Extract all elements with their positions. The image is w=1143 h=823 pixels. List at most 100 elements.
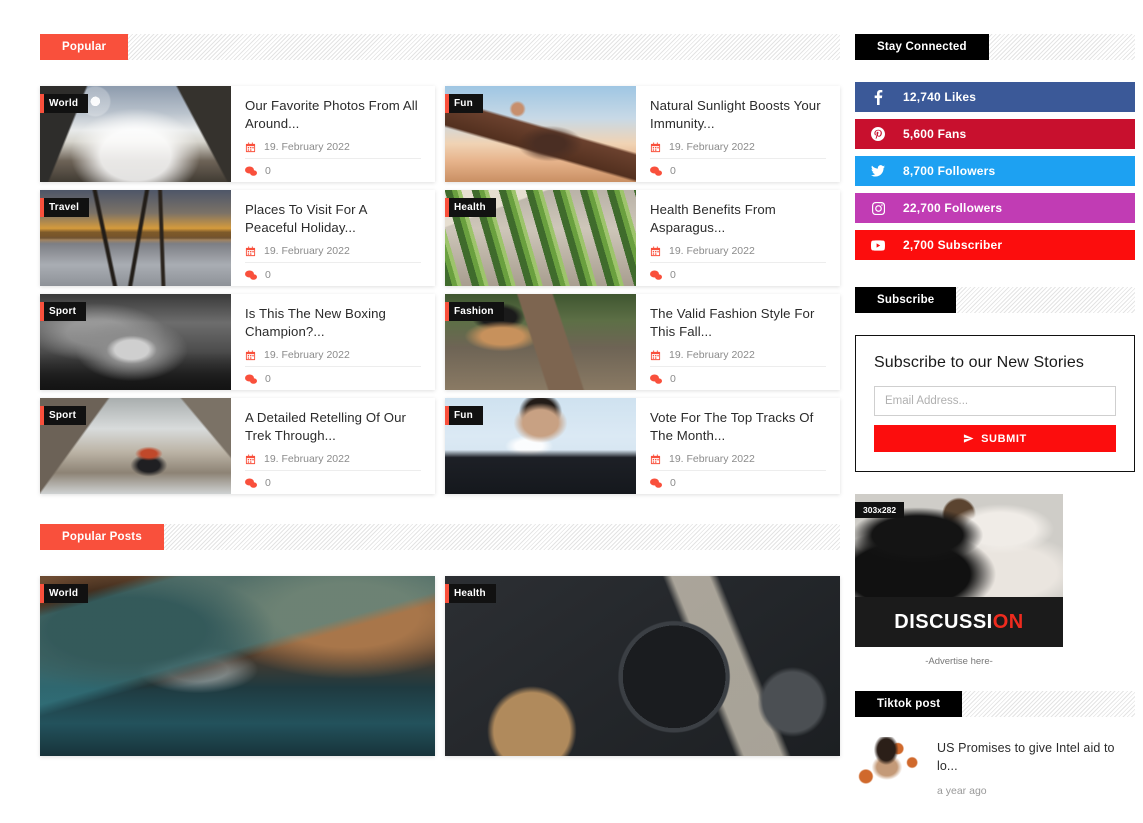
article-card[interactable]: Sport A Detailed Retelling Of Our Trek Th… [40, 398, 435, 494]
category-badge[interactable]: Travel [40, 198, 90, 217]
popular-post-card[interactable]: World [40, 576, 435, 756]
article-body: Natural Sunlight Boosts Your Immunity...… [636, 86, 840, 182]
article-title[interactable]: Health Benefits From Asparagus... [650, 201, 826, 237]
article-title[interactable]: Vote For The Top Tracks Of The Month... [650, 409, 826, 445]
article-card[interactable]: Fun Vote For The Top Tracks Of The Month.… [445, 398, 840, 494]
social-item-facebook[interactable]: 12,740 Likes [855, 82, 1135, 112]
ad-wordmark: DISCUSSI ON [855, 597, 1063, 647]
article-body: A Detailed Retelling Of Our Trek Through… [231, 398, 435, 494]
article-title[interactable]: Our Favorite Photos From All Around... [245, 97, 421, 133]
category-badge[interactable]: Sport [40, 406, 87, 425]
article-title[interactable]: The Valid Fashion Style For This Fall... [650, 305, 826, 341]
tab-subscribe: Subscribe [855, 287, 957, 313]
popular-post-card[interactable]: Health [445, 576, 840, 756]
social-item-instagram[interactable]: 22,700 Followers [855, 193, 1135, 223]
category-badge[interactable]: Health [445, 584, 496, 603]
article-comments-row: 0 [245, 366, 421, 390]
social-item-youtube[interactable]: 2,700 Subscriber [855, 230, 1135, 260]
category-badge[interactable]: World [40, 94, 89, 113]
category-badge[interactable]: Fashion [445, 302, 504, 321]
social-widget-list: 12,740 Likes 5,600 Fans 8,700 Followers 22,… [855, 82, 1135, 260]
article-card[interactable]: Travel Places To Visit For A Peaceful Hol… [40, 190, 435, 286]
ad-image: 303x282 [855, 494, 1063, 597]
article-body: Vote For The Top Tracks Of The Month... 1… [636, 398, 840, 494]
comment-icon [650, 478, 662, 489]
advertisement-widget[interactable]: 303x282 DISCUSSI ON -Advertise here- [855, 494, 1135, 667]
tab-stay-connected: Stay Connected [855, 34, 989, 60]
category-badge[interactable]: Health [445, 198, 496, 217]
calendar-icon [245, 349, 256, 361]
article-comment-count: 0 [265, 165, 271, 177]
comment-icon [650, 270, 662, 281]
article-title[interactable]: Places To Visit For A Peaceful Holiday..… [245, 201, 421, 237]
tiktok-post-item[interactable]: US Promises to give Intel aid to lo... a… [855, 737, 1135, 797]
main-layout: Popular World Our Favorite Photos From Al… [0, 0, 1143, 797]
article-date-row: 19. February 2022 [650, 343, 826, 366]
category-badge[interactable]: Fun [445, 94, 483, 113]
article-date-row: 19. February 2022 [245, 343, 421, 366]
article-date: 19. February 2022 [264, 349, 350, 361]
calendar-icon [245, 453, 256, 465]
article-date: 19. February 2022 [669, 349, 755, 361]
article-date: 19. February 2022 [669, 453, 755, 465]
tiktok-post-thumbnail [855, 737, 923, 795]
article-card[interactable]: Fun Natural Sunlight Boosts Your Immunity… [445, 86, 840, 182]
tiktok-post-time: a year ago [937, 785, 987, 798]
article-thumbnail[interactable]: Sport [40, 294, 231, 390]
article-body: The Valid Fashion Style For This Fall...… [636, 294, 840, 390]
article-card[interactable]: Health Health Benefits From Asparagus... 1… [445, 190, 840, 286]
page-root: Popular World Our Favorite Photos From Al… [0, 0, 1143, 823]
tiktok-post-title[interactable]: US Promises to give Intel aid to lo... [937, 739, 1135, 775]
article-thumbnail[interactable]: Travel [40, 190, 231, 286]
tab-tiktok-post: Tiktok post [855, 691, 963, 717]
comment-icon [245, 374, 257, 385]
article-comments-row: 0 [650, 262, 826, 286]
article-date-row: 19. February 2022 [245, 135, 421, 158]
subscribe-heading: Subscribe to our New Stories [874, 354, 1085, 371]
calendar-icon [650, 349, 661, 361]
article-thumbnail[interactable]: Health [445, 190, 636, 286]
comment-icon [245, 166, 257, 177]
article-date-row: 19. February 2022 [650, 135, 826, 158]
article-card[interactable]: Fashion The Valid Fashion Style For This … [445, 294, 840, 390]
category-badge[interactable]: Fun [445, 406, 483, 425]
submit-button[interactable]: SUBMIT [874, 425, 1116, 452]
social-item-twitter[interactable]: 8,700 Followers [855, 156, 1135, 186]
article-comment-count: 0 [265, 269, 271, 281]
article-date-row: 19. February 2022 [650, 239, 826, 262]
calendar-icon [650, 245, 661, 257]
article-thumbnail[interactable]: Fun [445, 398, 636, 494]
pinterest-icon [871, 127, 885, 141]
youtube-icon [871, 239, 885, 251]
section-header-tiktok: Tiktok post [855, 691, 1135, 717]
article-date-row: 19. February 2022 [245, 239, 421, 262]
article-thumbnail[interactable]: World [40, 86, 231, 182]
article-comment-count: 0 [670, 477, 676, 489]
article-thumbnail[interactable]: Fun [445, 86, 636, 182]
tab-popular-posts[interactable]: Popular Posts [40, 524, 164, 550]
category-badge[interactable]: World [40, 584, 89, 603]
sidebar-column: Stay Connected 12,740 Likes 5,600 Fans 8,7… [855, 0, 1143, 797]
article-title[interactable]: A Detailed Retelling Of Our Trek Through… [245, 409, 421, 445]
category-badge[interactable]: Sport [40, 302, 87, 321]
article-date: 19. February 2022 [669, 245, 755, 257]
article-title[interactable]: Natural Sunlight Boosts Your Immunity... [650, 97, 826, 133]
article-title[interactable]: Is This The New Boxing Champion?... [245, 305, 421, 341]
tiktok-widget: Tiktok post US Promises to give Intel ai… [855, 691, 1135, 797]
comment-icon [650, 166, 662, 177]
comment-icon [650, 374, 662, 385]
article-thumbnail[interactable]: Sport [40, 398, 231, 494]
article-card[interactable]: Sport Is This The New Boxing Champion?...… [40, 294, 435, 390]
ad-size-tag: 303x282 [855, 502, 905, 518]
article-card[interactable]: World Our Favorite Photos From All Around… [40, 86, 435, 182]
content-column: Popular World Our Favorite Photos From Al… [0, 0, 855, 797]
tab-popular[interactable]: Popular [40, 34, 129, 60]
popular-post-photo [40, 576, 435, 756]
comment-icon [245, 270, 257, 281]
article-thumbnail[interactable]: Fashion [445, 294, 636, 390]
article-body: Is This The New Boxing Champion?... 19. F… [231, 294, 435, 390]
email-field[interactable] [874, 386, 1116, 416]
social-item-pinterest[interactable]: 5,600 Fans [855, 119, 1135, 149]
calendar-icon [245, 245, 256, 257]
social-item-label: 5,600 Fans [903, 127, 967, 141]
